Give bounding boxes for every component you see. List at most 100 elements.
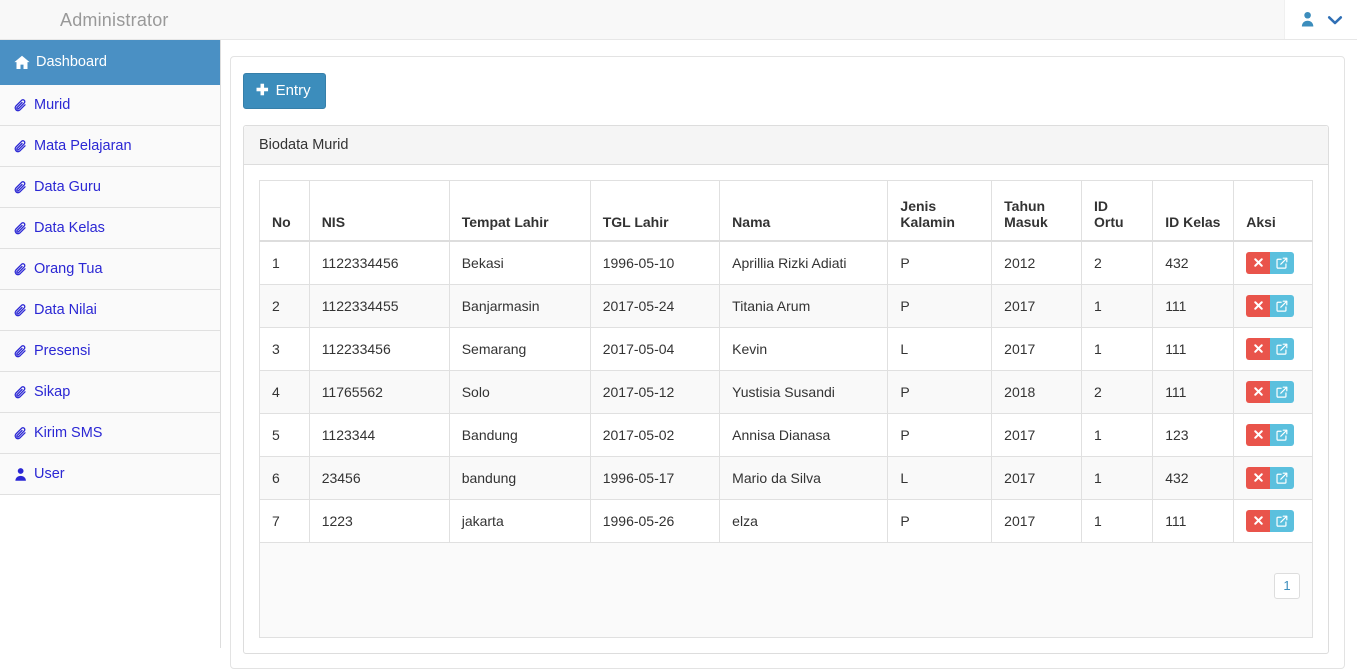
- sidebar-item-kirim-sms[interactable]: Kirim SMS: [0, 413, 220, 454]
- sidebar-item-orang-tua[interactable]: Orang Tua: [0, 249, 220, 290]
- sidebar-item-data-nilai[interactable]: Data Nilai: [0, 290, 220, 331]
- edit-button[interactable]: [1270, 294, 1295, 317]
- delete-button[interactable]: [1246, 251, 1271, 274]
- cell-tgl: 2017-05-02: [589, 412, 721, 457]
- table-row: 6 23456 bandung 1996-05-17 Mario da Silva L 20…: [259, 455, 1313, 500]
- home-icon: [14, 55, 30, 70]
- sidebar-item-label: Data Nilai: [34, 302, 97, 318]
- cell-kelas: 432: [1152, 455, 1235, 500]
- paperclip-icon: [14, 385, 28, 400]
- cell-tahun: 2017: [991, 455, 1083, 500]
- column-header-nis: NIS: [308, 180, 450, 242]
- table-body: 1 1122334456 Bekasi 1996-05-10 Aprillia Rizk…: [259, 240, 1313, 543]
- column-header-no: No: [259, 180, 310, 242]
- cell-tgl: 2017-05-12: [589, 369, 721, 414]
- sidebar-item-user[interactable]: User: [0, 454, 220, 495]
- page-link[interactable]: 1: [1274, 572, 1300, 599]
- sidebar-item-label: Data Guru: [34, 179, 101, 195]
- delete-button[interactable]: [1246, 337, 1271, 360]
- cell-nis: 112233456: [308, 326, 450, 371]
- edit-button[interactable]: [1270, 380, 1295, 403]
- entry-button[interactable]: ✚ Entry: [243, 73, 326, 109]
- cell-no: 7: [259, 498, 310, 543]
- delete-button[interactable]: [1246, 294, 1271, 317]
- edit-button[interactable]: [1270, 509, 1295, 532]
- cell-nis: 1123344: [308, 412, 450, 457]
- paperclip-icon: [14, 221, 28, 236]
- cell-tempat: Semarang: [448, 326, 591, 371]
- cell-aksi: [1233, 326, 1313, 371]
- pencil-square-icon: [1276, 257, 1288, 269]
- cell-tgl: 2017-05-04: [589, 326, 721, 371]
- cell-nama: Mario da Silva: [719, 455, 889, 500]
- sidebar-item-label: Data Kelas: [34, 220, 105, 236]
- cell-tahun: 2017: [991, 326, 1083, 371]
- pencil-square-icon: [1276, 343, 1288, 355]
- chevron-down-icon[interactable]: [1327, 14, 1343, 26]
- cell-tempat: jakarta: [448, 498, 591, 543]
- pencil-square-icon: [1276, 472, 1288, 484]
- column-header-tempat-lahir: Tempat Lahir: [448, 180, 591, 242]
- sidebar-item-data-kelas[interactable]: Data Kelas: [0, 208, 220, 249]
- edit-button[interactable]: [1270, 466, 1295, 489]
- pagination: 1: [1274, 572, 1300, 599]
- edit-button[interactable]: [1270, 337, 1295, 360]
- table-row: 1 1122334456 Bekasi 1996-05-10 Aprillia Rizk…: [259, 240, 1313, 285]
- cell-ortu: 1: [1081, 455, 1154, 500]
- panel-body: No NIS Tempat Lahir TGL Lahir Nama Jenis Kala…: [244, 165, 1328, 653]
- cell-tempat: Bandung: [448, 412, 591, 457]
- cell-ortu: 1: [1081, 412, 1154, 457]
- cell-kelas: 111: [1152, 498, 1235, 543]
- user-menu-dropdown[interactable]: [1284, 0, 1357, 39]
- sidebar-item-label: Dashboard: [36, 54, 107, 70]
- cell-no: 4: [259, 369, 310, 414]
- sidebar-item-sikap[interactable]: Sikap: [0, 372, 220, 413]
- sidebar-item-mata-pelajaran[interactable]: Mata Pelajaran: [0, 126, 220, 167]
- cell-kelas: 123: [1152, 412, 1235, 457]
- cell-jk: L: [887, 326, 993, 371]
- sidebar-item-data-guru[interactable]: Data Guru: [0, 167, 220, 208]
- delete-button[interactable]: [1246, 380, 1271, 403]
- delete-button[interactable]: [1246, 509, 1271, 532]
- sidebar-item-presensi[interactable]: Presensi: [0, 331, 220, 372]
- sidebar-item-dashboard[interactable]: Dashboard: [0, 40, 220, 85]
- user-icon[interactable]: [1301, 11, 1318, 28]
- main-content: ✚ Entry Biodata Murid No NIS Tempat Lahir T…: [221, 40, 1357, 669]
- cell-aksi: [1233, 240, 1313, 285]
- cell-tahun: 2012: [991, 240, 1083, 285]
- cell-jk: P: [887, 283, 993, 328]
- cell-jk: P: [887, 498, 993, 543]
- cell-nis: 11765562: [308, 369, 450, 414]
- cell-jk: P: [887, 240, 993, 285]
- table-row: 7 1223 jakarta 1996-05-26 elza P 2017 1 111: [259, 498, 1313, 543]
- cell-kelas: 111: [1152, 326, 1235, 371]
- cell-jk: L: [887, 455, 993, 500]
- cell-tempat: Solo: [448, 369, 591, 414]
- cell-tempat: bandung: [448, 455, 591, 500]
- pencil-square-icon: [1276, 429, 1288, 441]
- sidebar-item-label: Sikap: [34, 384, 71, 400]
- cell-nama: Annisa Dianasa: [719, 412, 889, 457]
- cell-kelas: 432: [1152, 240, 1235, 285]
- action-buttons: [1246, 466, 1295, 489]
- delete-button[interactable]: [1246, 466, 1271, 489]
- user-icon: [14, 467, 28, 482]
- cell-ortu: 1: [1081, 326, 1154, 371]
- edit-button[interactable]: [1270, 423, 1295, 446]
- x-icon: [1253, 387, 1263, 396]
- cell-nama: Aprillia Rizki Adiati: [719, 240, 889, 285]
- edit-button[interactable]: [1270, 251, 1295, 274]
- column-header-jenis-kalamin: Jenis Kalamin: [887, 180, 993, 242]
- cell-no: 5: [259, 412, 310, 457]
- cell-tgl: 1996-05-17: [589, 455, 721, 500]
- sidebar-item-murid[interactable]: Murid: [0, 85, 220, 126]
- x-icon: [1253, 430, 1263, 439]
- paperclip-icon: [14, 426, 28, 441]
- plus-icon: ✚: [256, 82, 269, 99]
- column-header-id-kelas: ID Kelas: [1152, 180, 1235, 242]
- biodata-table: No NIS Tempat Lahir TGL Lahir Nama Jenis Kala…: [259, 180, 1313, 543]
- pencil-square-icon: [1276, 386, 1288, 398]
- cell-ortu: 2: [1081, 369, 1154, 414]
- delete-button[interactable]: [1246, 423, 1271, 446]
- paperclip-icon: [14, 180, 28, 195]
